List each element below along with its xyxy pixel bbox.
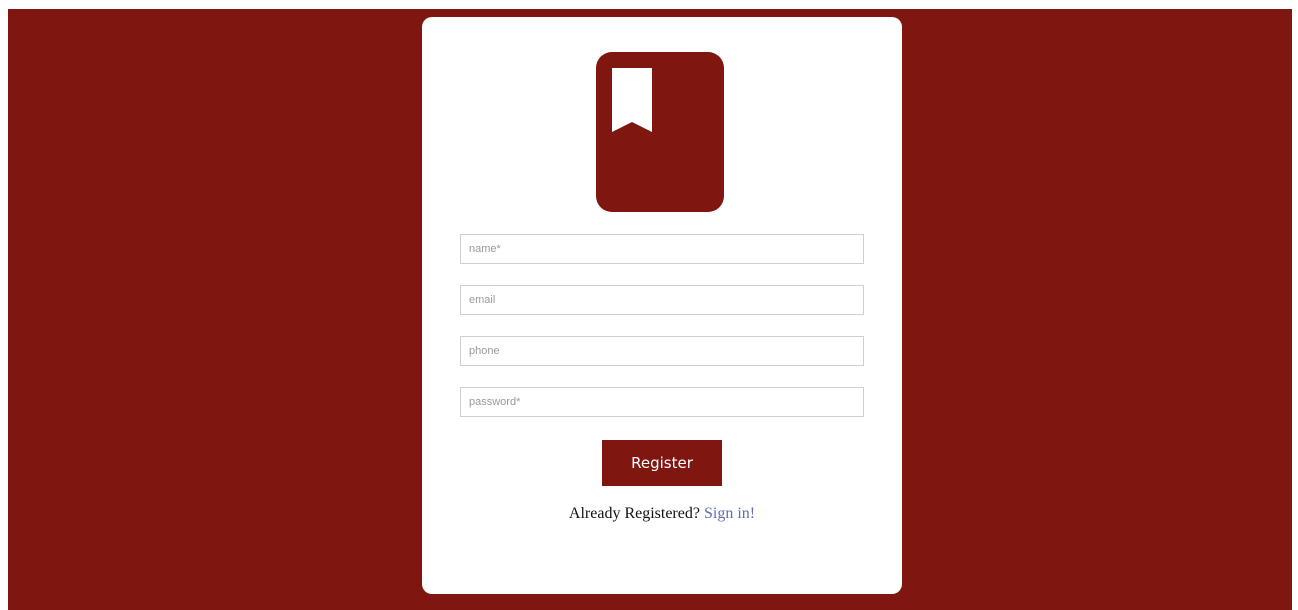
phone-input[interactable]	[460, 336, 864, 366]
name-input[interactable]	[460, 234, 864, 264]
email-input[interactable]	[460, 285, 864, 315]
register-card: Register Already Registered? Sign in!	[422, 17, 902, 594]
sign-in-link[interactable]: Sign in!	[704, 505, 755, 522]
signin-prompt: Already Registered? Sign in!	[422, 505, 902, 523]
bookmark-icon	[612, 68, 652, 132]
bookmark-book-icon	[596, 52, 724, 212]
register-button[interactable]: Register	[602, 440, 722, 486]
page-background: Register Already Registered? Sign in!	[8, 9, 1292, 610]
password-input[interactable]	[460, 387, 864, 417]
already-registered-text: Already Registered?	[568, 505, 700, 522]
